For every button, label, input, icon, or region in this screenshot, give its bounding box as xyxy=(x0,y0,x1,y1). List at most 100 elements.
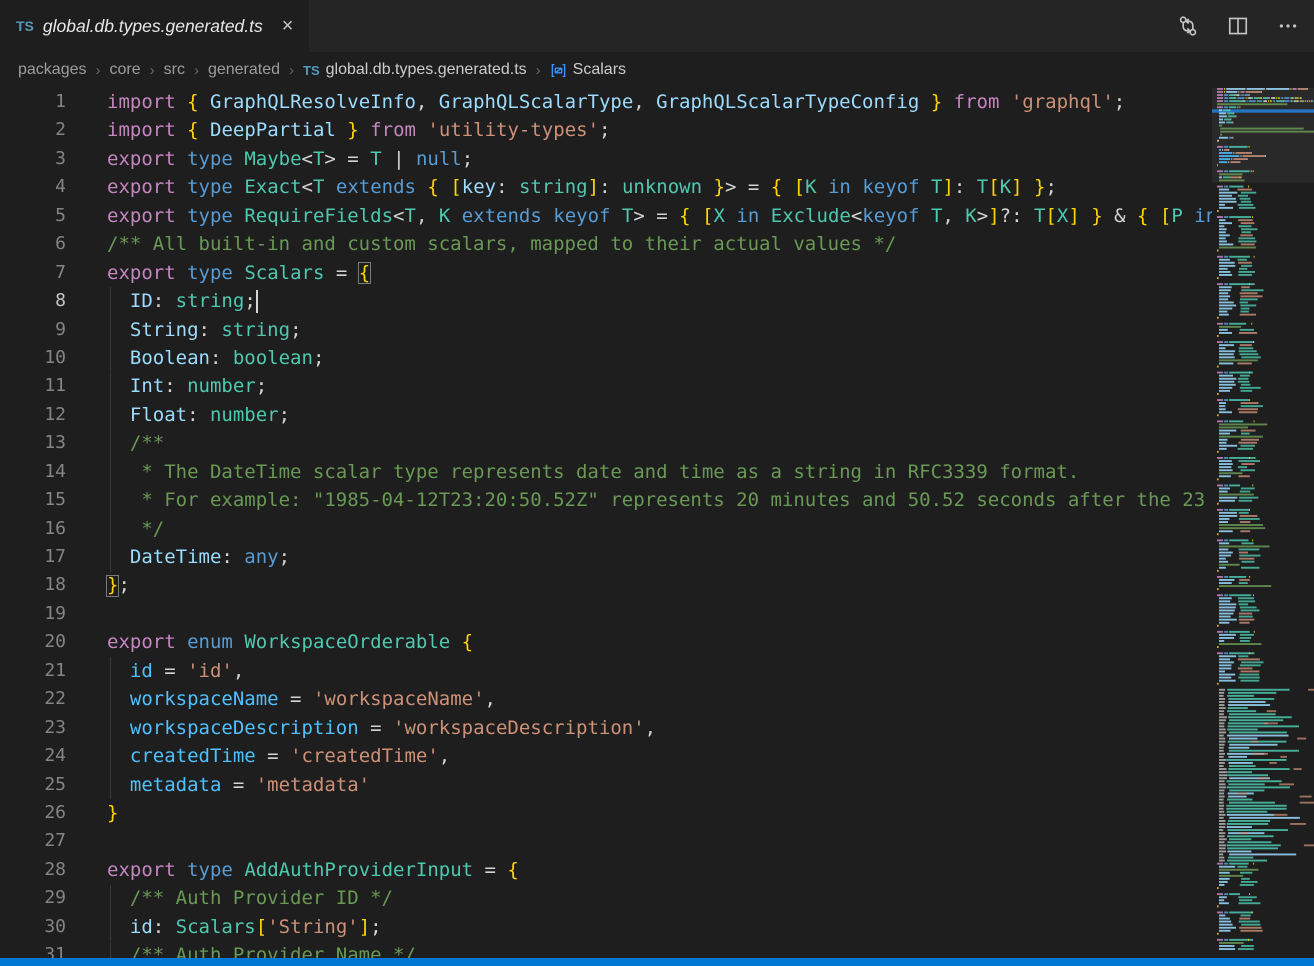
line-number: 24 xyxy=(0,742,66,770)
code-line-content: export type Exact<T extends { [key: stri… xyxy=(66,173,1057,201)
breadcrumb-item-src[interactable]: src xyxy=(164,61,185,79)
breadcrumb-item-symbol[interactable]: Scalars xyxy=(550,61,626,79)
code-line-9[interactable]: 9 String: string; xyxy=(0,316,1212,344)
code-line-content: workspaceDescription = 'workspaceDescrip… xyxy=(66,714,656,742)
minimap[interactable] xyxy=(1212,88,1314,958)
code-line-content: String: string; xyxy=(66,316,302,344)
breadcrumb-item-packages[interactable]: packages xyxy=(18,61,87,79)
line-number: 12 xyxy=(0,401,66,429)
compare-changes-icon[interactable] xyxy=(1176,14,1200,38)
code-line-content: * For example: "1985-04-12T23:20:50.52Z"… xyxy=(66,486,1205,514)
code-line-7[interactable]: 7export type Scalars = { xyxy=(0,259,1212,287)
line-number: 17 xyxy=(0,543,66,571)
line-number: 25 xyxy=(0,771,66,799)
line-number: 7 xyxy=(0,259,66,287)
vscode-window: TS global.db.types.generated.ts × xyxy=(0,0,1314,966)
code-line-content: Float: number; xyxy=(66,401,290,429)
breadcrumb-file-label: global.db.types.generated.ts xyxy=(326,61,527,79)
code-line-content: Boolean: boolean; xyxy=(66,344,324,372)
code-line-content: export type RequireFields<T, K extends k… xyxy=(66,202,1212,230)
code-line-1[interactable]: 1import { GraphQLResolveInfo, GraphQLSca… xyxy=(0,88,1212,116)
line-number: 16 xyxy=(0,515,66,543)
code-line-content: DateTime: any; xyxy=(66,543,290,571)
typescript-file-icon: TS xyxy=(303,63,320,78)
code-line-29[interactable]: 29 /** Auth Provider ID */ xyxy=(0,884,1212,912)
minimap-slider xyxy=(1212,88,1314,183)
code-line-8[interactable]: 8 ID: string; xyxy=(0,287,1212,315)
code-line-11[interactable]: 11 Int: number; xyxy=(0,372,1212,400)
code-line-content: /** xyxy=(66,429,164,457)
code-line-content xyxy=(66,600,107,628)
code-line-content: export type AddAuthProviderInput = { xyxy=(66,856,519,884)
code-line-content: export type Scalars = { xyxy=(66,259,370,287)
breadcrumb: packages›core›src›generated›TSglobal.db.… xyxy=(0,52,1314,88)
breadcrumb-item-generated[interactable]: generated xyxy=(208,61,280,79)
code-line-26[interactable]: 26} xyxy=(0,799,1212,827)
code-line-2[interactable]: 2import { DeepPartial } from 'utility-ty… xyxy=(0,116,1212,144)
code-line-content: }; xyxy=(66,571,130,599)
code-line-17[interactable]: 17 DateTime: any; xyxy=(0,543,1212,571)
code-line-20[interactable]: 20export enum WorkspaceOrderable { xyxy=(0,628,1212,656)
code-line-24[interactable]: 24 createdTime = 'createdTime', xyxy=(0,742,1212,770)
code-line-content: id: Scalars['String']; xyxy=(66,913,382,941)
code-line-13[interactable]: 13 /** xyxy=(0,429,1212,457)
code-line-content: createdTime = 'createdTime', xyxy=(66,742,450,770)
split-editor-icon[interactable] xyxy=(1226,14,1250,38)
code-line-14[interactable]: 14 * The DateTime scalar type represents… xyxy=(0,458,1212,486)
breadcrumb-symbol-label: Scalars xyxy=(573,61,626,79)
breadcrumb-separator: › xyxy=(289,62,294,79)
line-number: 30 xyxy=(0,913,66,941)
code-line-15[interactable]: 15 * For example: "1985-04-12T23:20:50.5… xyxy=(0,486,1212,514)
breadcrumb-item-core[interactable]: core xyxy=(110,61,141,79)
code-line-content: /** All built-in and custom scalars, map… xyxy=(66,230,896,258)
line-number: 23 xyxy=(0,714,66,742)
code-line-3[interactable]: 3export type Maybe<T> = T | null; xyxy=(0,145,1212,173)
code-line-19[interactable]: 19 xyxy=(0,600,1212,628)
code-line-25[interactable]: 25 metadata = 'metadata' xyxy=(0,771,1212,799)
breadcrumb-item-file[interactable]: TS global.db.types.generated.ts xyxy=(303,61,527,79)
code-line-content: */ xyxy=(66,515,164,543)
status-bar xyxy=(0,958,1314,966)
code-line-content: } xyxy=(66,799,118,827)
line-number: 9 xyxy=(0,316,66,344)
code-editor[interactable]: 1import { GraphQLResolveInfo, GraphQLSca… xyxy=(0,88,1212,958)
line-number: 15 xyxy=(0,486,66,514)
line-number: 28 xyxy=(0,856,66,884)
tab-title: global.db.types.generated.ts xyxy=(43,16,263,37)
code-line-27[interactable]: 27 xyxy=(0,827,1212,855)
code-line-23[interactable]: 23 workspaceDescription = 'workspaceDesc… xyxy=(0,714,1212,742)
code-line-content: metadata = 'metadata' xyxy=(66,771,370,799)
symbol-type-icon xyxy=(550,62,567,79)
line-number: 18 xyxy=(0,571,66,599)
breadcrumb-separator: › xyxy=(150,62,155,79)
code-line-content: workspaceName = 'workspaceName', xyxy=(66,685,496,713)
editor-actions xyxy=(1176,0,1300,52)
code-line-content xyxy=(66,827,107,855)
code-line-5[interactable]: 5export type RequireFields<T, K extends … xyxy=(0,202,1212,230)
line-number: 21 xyxy=(0,657,66,685)
line-number: 29 xyxy=(0,884,66,912)
line-number: 3 xyxy=(0,145,66,173)
code-line-content: export enum WorkspaceOrderable { xyxy=(66,628,473,656)
line-number: 27 xyxy=(0,827,66,855)
code-line-4[interactable]: 4export type Exact<T extends { [key: str… xyxy=(0,173,1212,201)
code-line-12[interactable]: 12 Float: number; xyxy=(0,401,1212,429)
line-number: 1 xyxy=(0,88,66,116)
code-line-21[interactable]: 21 id = 'id', xyxy=(0,657,1212,685)
code-line-18[interactable]: 18}; xyxy=(0,571,1212,599)
code-line-10[interactable]: 10 Boolean: boolean; xyxy=(0,344,1212,372)
code-line-6[interactable]: 6/** All built-in and custom scalars, ma… xyxy=(0,230,1212,258)
code-line-22[interactable]: 22 workspaceName = 'workspaceName', xyxy=(0,685,1212,713)
line-number: 5 xyxy=(0,202,66,230)
tab-global-db-types-generated-ts[interactable]: TS global.db.types.generated.ts × xyxy=(0,0,309,52)
code-line-content: ID: string; xyxy=(66,287,256,315)
code-line-28[interactable]: 28export type AddAuthProviderInput = { xyxy=(0,856,1212,884)
code-line-30[interactable]: 30 id: Scalars['String']; xyxy=(0,913,1212,941)
line-number: 2 xyxy=(0,116,66,144)
more-actions-icon[interactable] xyxy=(1276,14,1300,38)
close-icon[interactable]: × xyxy=(280,16,296,36)
line-number: 19 xyxy=(0,600,66,628)
code-line-16[interactable]: 16 */ xyxy=(0,515,1212,543)
line-number: 6 xyxy=(0,230,66,258)
code-line-31[interactable]: 31 /** Auth Provider Name */ xyxy=(0,941,1212,958)
